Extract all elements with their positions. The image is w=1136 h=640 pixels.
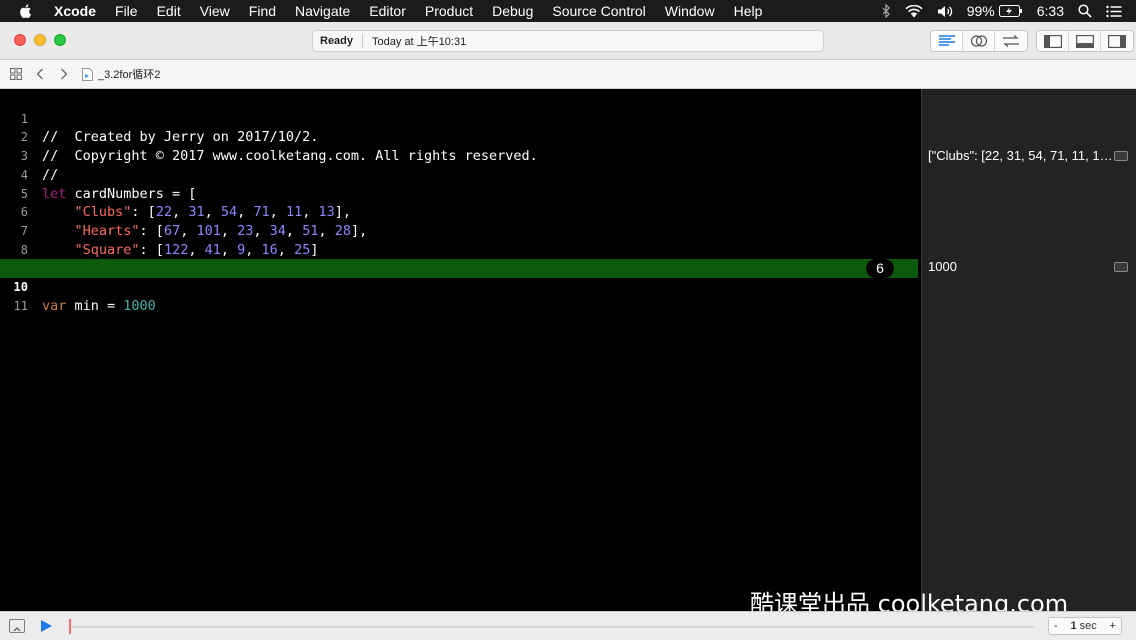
- window-toolbar: Ready Today at 上午10:31: [0, 22, 1136, 60]
- status-area: 99% 6:33: [868, 3, 1136, 19]
- menu-navigate[interactable]: Navigate: [295, 3, 350, 19]
- code-line: 2 // Copyright © 2017 www.coolketang.com…: [0, 110, 921, 164]
- menu-find[interactable]: Find: [249, 3, 276, 19]
- related-items-icon[interactable]: [8, 66, 24, 82]
- duration-unit: sec: [1079, 620, 1097, 632]
- menu-app-name[interactable]: Xcode: [54, 3, 96, 19]
- notification-center-icon[interactable]: [1106, 5, 1122, 18]
- build-timestamp: Today at 上午10:31: [372, 36, 467, 48]
- back-arrow-icon[interactable]: [32, 66, 48, 82]
- menu-editor[interactable]: Editor: [369, 3, 406, 19]
- activity-viewer: Ready Today at 上午10:31: [312, 30, 824, 52]
- run-playground-icon[interactable]: [39, 619, 53, 633]
- menu-debug[interactable]: Debug: [492, 3, 533, 19]
- editor-mode-group: [930, 30, 1028, 52]
- quick-look-icon[interactable]: [1114, 262, 1128, 272]
- menu-file[interactable]: File: [115, 3, 138, 19]
- quick-look-icon[interactable]: [1114, 151, 1128, 161]
- results-sidebar: ["Clubs": [22, 31, 54, 71, 11, 13], "Hea…: [921, 89, 1136, 611]
- execution-count-badge[interactable]: 6: [866, 259, 894, 278]
- version-editor-button[interactable]: [995, 31, 1027, 51]
- breadcrumb-file-name: _3.2for循环2: [98, 69, 161, 81]
- menu-product[interactable]: Product: [425, 3, 473, 19]
- code-line: 6 "Hearts": [67, 101, 23, 34, 51, 28],: [0, 185, 921, 239]
- navigator-toggle-button[interactable]: [1037, 31, 1069, 51]
- result-value-line-10[interactable]: 1000: [928, 259, 1118, 274]
- menu-edit[interactable]: Edit: [157, 3, 181, 19]
- menu-bar: Xcode File Edit View Find Navigate Edito…: [0, 0, 1136, 22]
- activity-divider: [362, 34, 364, 48]
- result-value-line-4[interactable]: ["Clubs": [22, 31, 54, 71, 11, 13], "Hea…: [928, 148, 1118, 163]
- duration-value: 1: [1070, 620, 1077, 632]
- build-status: Ready: [320, 35, 354, 47]
- line-number: 11: [13, 298, 28, 313]
- bluetooth-icon[interactable]: [882, 4, 891, 18]
- code-line: 8 ]: [0, 222, 921, 277]
- clock[interactable]: 6:33: [1037, 3, 1064, 19]
- wifi-icon[interactable]: [905, 4, 923, 18]
- debug-area-show-icon[interactable]: [9, 619, 25, 633]
- code-line: 11: [0, 278, 921, 313]
- panel-toggle-group: [1036, 30, 1134, 52]
- timeline-playhead[interactable]: [69, 619, 71, 634]
- assistant-editor-button[interactable]: [963, 31, 995, 51]
- timeline-track[interactable]: [70, 626, 1034, 628]
- close-window-button[interactable]: [14, 34, 26, 46]
- minimize-window-button[interactable]: [34, 34, 46, 46]
- stepper-plus-button[interactable]: +: [1110, 620, 1116, 632]
- standard-editor-button[interactable]: [931, 31, 963, 51]
- breadcrumb-file[interactable]: _3.2for循环2: [82, 66, 160, 82]
- apple-icon[interactable]: [18, 3, 34, 19]
- duration-stepper[interactable]: - 1 sec +: [1048, 617, 1122, 635]
- battery-percent: 99%: [966, 3, 995, 19]
- playground-file-icon: [82, 67, 93, 81]
- zoom-window-button[interactable]: [54, 34, 66, 46]
- current-execution-line: 10 var min = 1000 6: [0, 259, 918, 314]
- menu-window[interactable]: Window: [665, 3, 715, 19]
- debug-area-toggle-button[interactable]: [1069, 31, 1101, 51]
- code-line: 1 // Created by Jerry on 2017/10/2.: [0, 91, 921, 146]
- menu-help[interactable]: Help: [734, 3, 763, 19]
- bottom-bar: - 1 sec +: [0, 611, 1136, 640]
- code-line: 7 "Square": [122, 41, 9, 16, 25]: [0, 203, 921, 258]
- code-line: 9: [0, 241, 921, 275]
- battery-icon[interactable]: [998, 5, 1023, 17]
- stepper-minus-button[interactable]: -: [1054, 620, 1058, 632]
- spotlight-icon[interactable]: [1078, 4, 1092, 18]
- menu-view[interactable]: View: [200, 3, 230, 19]
- volume-icon[interactable]: [937, 5, 953, 18]
- code-line: 5 "Clubs": [22, 31, 54, 71, 11, 13],: [0, 166, 921, 221]
- code-line: 3 //: [0, 128, 921, 183]
- utilities-toggle-button[interactable]: [1101, 31, 1133, 51]
- code-line: 4 let cardNumbers = [: [0, 147, 921, 202]
- code-editor[interactable]: 1 // Created by Jerry on 2017/10/2. 2 //…: [0, 89, 921, 611]
- jump-bar: _3.2for循环2: [0, 60, 1136, 89]
- code-text: var min = 1000: [42, 297, 156, 314]
- menu-source-control[interactable]: Source Control: [552, 3, 645, 19]
- forward-arrow-icon[interactable]: [56, 66, 72, 82]
